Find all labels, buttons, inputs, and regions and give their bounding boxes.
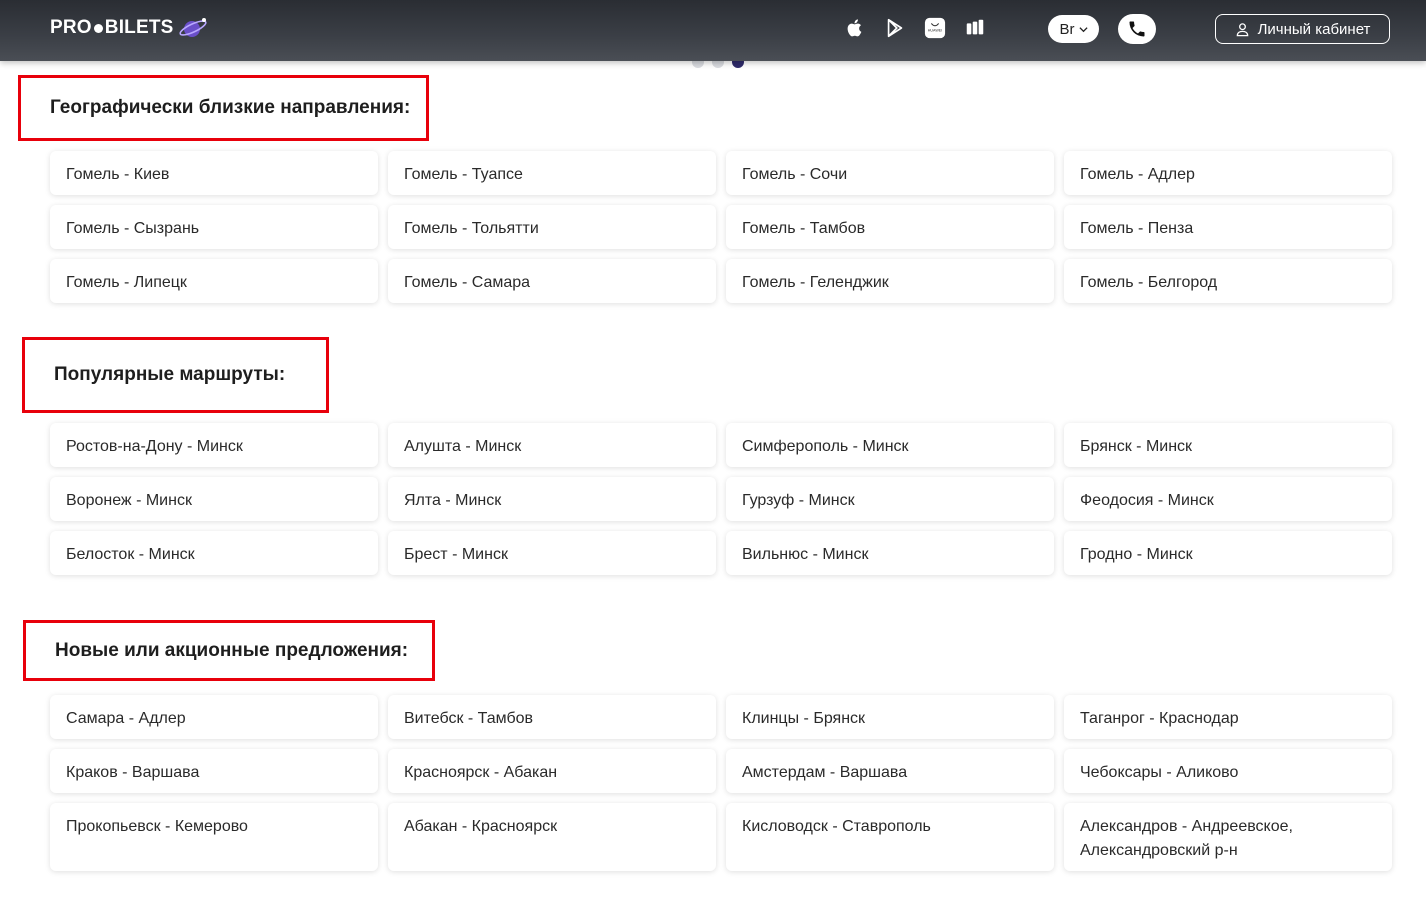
route-link[interactable]: Гомель - Сызрань	[50, 205, 378, 249]
route-link[interactable]: Брянск - Минск	[1064, 423, 1392, 467]
logo-dot	[93, 23, 103, 33]
site-header: PRO BILETS HUAWEI Br Личный кабинет	[0, 0, 1426, 61]
chevron-down-icon	[1078, 26, 1088, 32]
route-link[interactable]: Краков - Варшава	[50, 749, 378, 793]
section-title-popular: Популярные маршруты:	[22, 337, 329, 413]
user-icon	[1236, 22, 1248, 36]
route-link[interactable]: Александров - Андреевское, Александровск…	[1064, 803, 1392, 871]
personal-cabinet-button[interactable]: Личный кабинет	[1215, 14, 1390, 44]
section-title-text: Популярные маршруты:	[54, 364, 286, 385]
route-link[interactable]: Ростов-на-Дону - Минск	[50, 423, 378, 467]
route-link[interactable]: Красноярск - Абакан	[388, 749, 716, 793]
routes-grid-promo: Самара - Адлер Витебск - Тамбов Клинцы -…	[50, 695, 1392, 881]
route-link[interactable]: Брест - Минск	[388, 531, 716, 575]
route-link[interactable]: Гомель - Геленджик	[726, 259, 1054, 303]
apple-icon[interactable]	[842, 15, 868, 41]
route-link[interactable]: Гомель - Липецк	[50, 259, 378, 303]
route-link[interactable]: Гомель - Пенза	[1064, 205, 1392, 249]
route-link[interactable]: Симферополь - Минск	[726, 423, 1054, 467]
cabinet-label: Личный кабинет	[1257, 20, 1371, 38]
language-label: Br	[1059, 20, 1075, 38]
route-link[interactable]: Гомель - Киев	[50, 151, 378, 195]
logo-text-right: BILETS	[104, 17, 174, 38]
section-title-text: Географически близкие направления:	[50, 97, 411, 118]
route-link[interactable]: Амстердам - Варшава	[726, 749, 1054, 793]
logo-text-left: PRO	[50, 17, 92, 38]
route-link[interactable]: Клинцы - Брянск	[726, 695, 1054, 739]
svg-text:HUAWEI: HUAWEI	[928, 29, 943, 33]
route-link[interactable]: Гомель - Белгород	[1064, 259, 1392, 303]
route-link[interactable]: Таганрог - Краснодар	[1064, 695, 1392, 739]
route-link[interactable]: Вильнюс - Минск	[726, 531, 1054, 575]
route-link[interactable]: Кисловодск - Ставрополь	[726, 803, 1054, 871]
section-title-promo: Новые или акционные предложения:	[23, 620, 435, 681]
route-link[interactable]: Гурзуф - Минск	[726, 477, 1054, 521]
route-link[interactable]: Воронеж - Минск	[50, 477, 378, 521]
route-link[interactable]: Гомель - Тамбов	[726, 205, 1054, 249]
route-link[interactable]: Витебск - Тамбов	[388, 695, 716, 739]
route-link[interactable]: Белосток - Минск	[50, 531, 378, 575]
route-link[interactable]: Чебоксары - Аликово	[1064, 749, 1392, 793]
route-link[interactable]: Гомель - Тольятти	[388, 205, 716, 249]
routes-grid-popular: Ростов-на-Дону - Минск Алушта - Минск Си…	[50, 423, 1392, 585]
route-link[interactable]: Гомель - Туапсе	[388, 151, 716, 195]
logo[interactable]: PRO BILETS	[50, 14, 208, 42]
rustore-icon[interactable]	[962, 15, 988, 41]
route-link[interactable]: Прокопьевск - Кемерово	[50, 803, 378, 871]
route-link[interactable]: Феодосия - Минск	[1064, 477, 1392, 521]
app-store-links: HUAWEI	[842, 15, 988, 41]
route-link[interactable]: Гомель - Адлер	[1064, 151, 1392, 195]
route-link[interactable]: Ялта - Минск	[388, 477, 716, 521]
route-link[interactable]: Гомель - Самара	[388, 259, 716, 303]
route-link[interactable]: Гомель - Сочи	[726, 151, 1054, 195]
route-link[interactable]: Самара - Адлер	[50, 695, 378, 739]
routes-grid-nearby: Гомель - Киев Гомель - Туапсе Гомель - С…	[50, 151, 1392, 313]
logo-planet-icon	[178, 18, 207, 37]
route-link[interactable]: Гродно - Минск	[1064, 531, 1392, 575]
phone-button[interactable]	[1118, 14, 1156, 44]
language-selector[interactable]: Br	[1048, 15, 1099, 43]
route-link[interactable]: Алушта - Минск	[388, 423, 716, 467]
section-title-text: Новые или акционные предложения:	[55, 639, 409, 661]
google-play-icon[interactable]	[882, 15, 908, 41]
phone-icon	[1129, 21, 1145, 37]
section-title-nearby: Географически близкие направления:	[18, 75, 429, 141]
huawei-appgallery-icon[interactable]: HUAWEI	[922, 15, 948, 41]
route-link[interactable]: Абакан - Красноярск	[388, 803, 716, 871]
